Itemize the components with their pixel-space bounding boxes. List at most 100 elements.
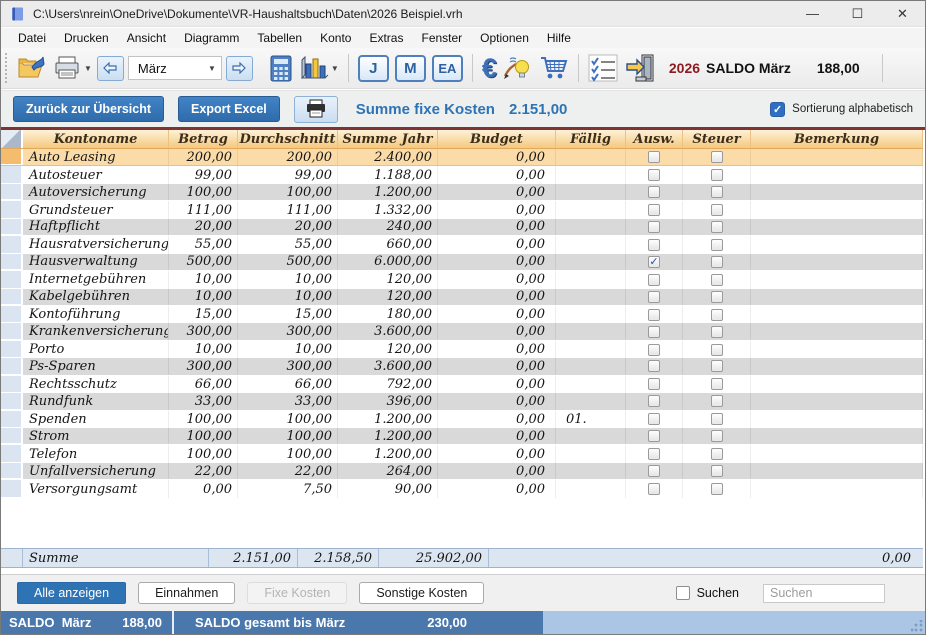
column-header-steuer[interactable]: Steuer: [683, 130, 751, 148]
back-to-overview-button[interactable]: Zurück zur Übersicht: [13, 96, 164, 122]
table-row[interactable]: Ps-Sparen300,00300,003.600,000,00: [1, 358, 923, 375]
ausw-checkbox[interactable]: [648, 448, 660, 460]
maximize-button[interactable]: ☐: [835, 1, 880, 26]
steuer-checkbox[interactable]: [711, 256, 723, 268]
table-row[interactable]: Versorgungsamt0,007,5090,000,00: [1, 480, 923, 497]
ausw-checkbox[interactable]: [648, 465, 660, 477]
row-selector[interactable]: [1, 184, 23, 200]
steuer-checkbox[interactable]: [711, 221, 723, 233]
month-view-button[interactable]: M: [395, 55, 426, 82]
row-selector[interactable]: [1, 306, 23, 323]
filter-button-alle-anzeigen[interactable]: Alle anzeigen: [17, 582, 126, 604]
row-selector[interactable]: [1, 341, 23, 358]
ausw-checkbox[interactable]: [648, 413, 660, 425]
column-header-f-llig[interactable]: Fällig: [556, 130, 626, 148]
search-checkbox[interactable]: [676, 586, 690, 600]
print-dropdown-caret[interactable]: ▼: [84, 64, 92, 73]
table-row[interactable]: Unfallversicherung22,0022,00264,000,00: [1, 463, 923, 480]
shopping-cart-icon[interactable]: [539, 55, 569, 81]
table-row[interactable]: Telefon100,00100,001.200,000,00: [1, 445, 923, 462]
ausw-checkbox[interactable]: [648, 169, 660, 181]
ausw-checkbox[interactable]: [648, 395, 660, 407]
row-selector[interactable]: [1, 289, 23, 305]
table-row[interactable]: Kontoführung15,0015,00180,000,00: [1, 306, 923, 323]
calculator-icon[interactable]: [269, 55, 293, 82]
ausw-checkbox[interactable]: [648, 151, 660, 163]
ausw-checkbox[interactable]: [648, 274, 660, 286]
menu-datei[interactable]: Datei: [9, 29, 55, 47]
steuer-checkbox[interactable]: [711, 186, 723, 198]
sort-alphabetical-checkbox[interactable]: ✓: [770, 102, 785, 117]
ausw-checkbox[interactable]: [648, 326, 660, 338]
steuer-checkbox[interactable]: [711, 274, 723, 286]
row-selector[interactable]: [1, 480, 23, 497]
ausw-checkbox[interactable]: [648, 186, 660, 198]
print-table-button[interactable]: [294, 96, 338, 123]
filter-button-sonstige-kosten[interactable]: Sonstige Kosten: [359, 582, 484, 604]
chart-dropdown-caret[interactable]: ▼: [331, 64, 339, 73]
row-selector[interactable]: [1, 219, 23, 235]
table-row[interactable]: Strom100,00100,001.200,000,00: [1, 428, 923, 445]
tips-icon[interactable]: [503, 54, 533, 82]
table-row[interactable]: Grundsteuer111,00111,001.332,000,00: [1, 201, 923, 218]
year-view-button[interactable]: J: [358, 55, 389, 82]
row-selector[interactable]: [1, 323, 23, 339]
menu-optionen[interactable]: Optionen: [471, 29, 538, 47]
row-selector[interactable]: [1, 149, 23, 165]
filter-button-einnahmen[interactable]: Einnahmen: [138, 582, 235, 604]
ausw-checkbox[interactable]: [648, 239, 660, 251]
menu-konto[interactable]: Konto: [311, 29, 360, 47]
next-month-button[interactable]: [226, 56, 253, 81]
column-header-bemerkung[interactable]: Bemerkung: [751, 130, 923, 148]
income-expense-view-button[interactable]: EA: [432, 55, 463, 82]
steuer-checkbox[interactable]: [711, 309, 723, 321]
row-selector[interactable]: [1, 463, 23, 479]
menu-hilfe[interactable]: Hilfe: [538, 29, 580, 47]
ausw-checkbox[interactable]: [648, 309, 660, 321]
steuer-checkbox[interactable]: [711, 291, 723, 303]
column-header-kontoname[interactable]: Kontoname: [23, 130, 169, 148]
export-excel-button[interactable]: Export Excel: [178, 96, 280, 122]
steuer-checkbox[interactable]: [711, 395, 723, 407]
ausw-checkbox[interactable]: [648, 291, 660, 303]
close-button[interactable]: ✕: [880, 1, 925, 26]
row-selector[interactable]: [1, 236, 23, 253]
table-row[interactable]: Autoversicherung100,00100,001.200,000,00: [1, 184, 923, 201]
table-row[interactable]: Rechtsschutz66,0066,00792,000,00: [1, 376, 923, 393]
ausw-checkbox[interactable]: [648, 204, 660, 216]
menu-drucken[interactable]: Drucken: [55, 29, 118, 47]
month-select[interactable]: März ▼: [128, 56, 222, 80]
column-header-ausw-[interactable]: Ausw.: [626, 130, 683, 148]
steuer-checkbox[interactable]: [711, 430, 723, 442]
menu-fenster[interactable]: Fenster: [412, 29, 471, 47]
ausw-checkbox[interactable]: [648, 378, 660, 390]
row-selector[interactable]: [1, 376, 23, 393]
steuer-checkbox[interactable]: [711, 204, 723, 216]
steuer-checkbox[interactable]: [711, 483, 723, 495]
row-selector[interactable]: [1, 393, 23, 409]
row-selector[interactable]: [1, 166, 23, 183]
select-all-corner-icon[interactable]: [1, 130, 23, 148]
table-row[interactable]: Kabelgebühren10,0010,00120,000,00: [1, 289, 923, 306]
steuer-checkbox[interactable]: [711, 151, 723, 163]
open-file-icon[interactable]: [16, 55, 46, 81]
steuer-checkbox[interactable]: [711, 465, 723, 477]
previous-month-button[interactable]: [97, 56, 124, 81]
menu-diagramm[interactable]: Diagramm: [175, 29, 248, 47]
steuer-checkbox[interactable]: [711, 413, 723, 425]
checklist-icon[interactable]: [588, 54, 618, 82]
column-header-betrag[interactable]: Betrag: [169, 130, 238, 148]
steuer-checkbox[interactable]: [711, 360, 723, 372]
row-selector[interactable]: [1, 445, 23, 462]
table-row[interactable]: Autosteuer99,0099,001.188,000,00: [1, 166, 923, 183]
steuer-checkbox[interactable]: [711, 239, 723, 251]
steuer-checkbox[interactable]: [711, 326, 723, 338]
table-row[interactable]: Internetgebühren10,0010,00120,000,00: [1, 271, 923, 288]
row-selector[interactable]: [1, 254, 23, 270]
row-selector[interactable]: [1, 201, 23, 218]
resize-grip[interactable]: [911, 620, 923, 632]
table-row[interactable]: Hausratversicherung55,0055,00660,000,00: [1, 236, 923, 253]
table-row[interactable]: Spenden100,00100,001.200,000,0001.: [1, 411, 923, 428]
table-row[interactable]: Porto10,0010,00120,000,00: [1, 341, 923, 358]
search-input[interactable]: [763, 584, 885, 603]
